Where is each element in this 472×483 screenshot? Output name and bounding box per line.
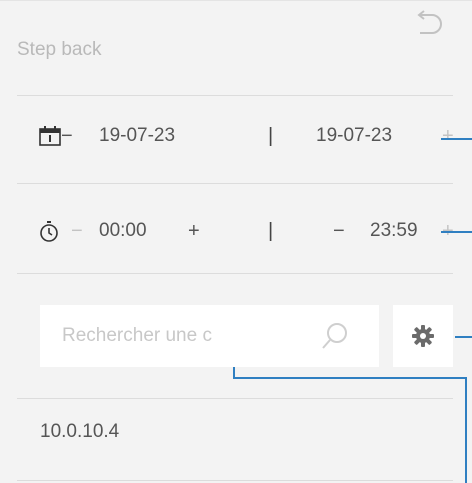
connector-line <box>233 377 467 379</box>
time-start-increment-button[interactable]: + <box>188 211 200 251</box>
date-start-value[interactable]: 19-07-23 <box>99 116 175 156</box>
time-range-separator: | <box>268 219 274 242</box>
divider <box>17 273 453 274</box>
date-range-separator: | <box>268 124 274 147</box>
connector-line <box>441 231 472 233</box>
time-end-decrement-button[interactable]: − <box>333 211 345 251</box>
connector-line <box>455 336 472 338</box>
connector-line <box>441 138 472 140</box>
time-start-value[interactable]: 00:00 <box>99 211 147 251</box>
step-back-label: Step back <box>17 39 102 60</box>
connector-line <box>465 377 467 483</box>
date-start-decrement-button[interactable]: − <box>61 116 73 156</box>
search-input[interactable] <box>62 325 278 347</box>
divider <box>17 480 453 481</box>
time-range-row: − 00:00 + | − 23:59 + <box>17 211 472 251</box>
time-end-value[interactable]: 23:59 <box>370 211 418 251</box>
date-end-value[interactable]: 19-07-23 <box>316 116 392 156</box>
list-item[interactable]: 10.0.10.4 <box>40 421 119 443</box>
undo-icon[interactable] <box>410 9 446 39</box>
search-box <box>40 305 379 367</box>
date-range-row: − 19-07-23 | 19-07-23 + <box>17 116 472 156</box>
step-back-row[interactable]: Step back <box>17 27 472 73</box>
gear-icon <box>412 325 434 347</box>
time-start-decrement-button[interactable]: − <box>71 211 83 251</box>
filter-panel: Step back − 19-07-23 | 19-07-23 + − 00:0… <box>0 0 472 483</box>
calendar-icon <box>39 126 61 146</box>
stopwatch-icon <box>40 221 58 242</box>
divider <box>17 183 453 184</box>
settings-button[interactable] <box>393 305 453 367</box>
search-icon[interactable] <box>320 321 350 351</box>
divider <box>17 95 453 96</box>
divider <box>17 398 453 399</box>
date-end-increment-button[interactable]: + <box>442 116 454 156</box>
